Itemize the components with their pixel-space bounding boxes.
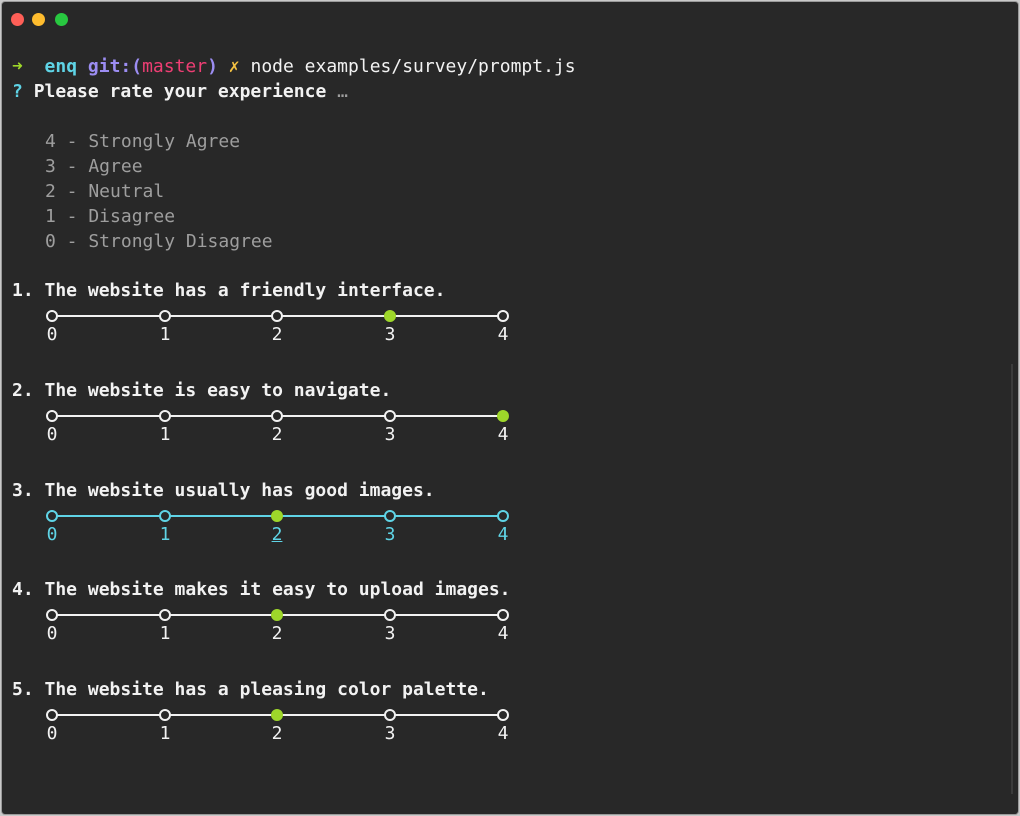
scale-node[interactable] — [159, 510, 171, 522]
scale-node[interactable] — [384, 510, 396, 522]
question-label: 3. The website usually has good images. — [12, 480, 435, 501]
terminal-window: ➜ enq git:(master) ✗ node examples/surve… — [1, 1, 1019, 815]
scale-node[interactable] — [159, 310, 171, 322]
question-label: 4. The website makes it easy to upload i… — [12, 579, 511, 600]
legend-item: 1 - Disagree — [45, 206, 176, 227]
scale-value-label[interactable]: 2 — [267, 623, 287, 645]
rating-scale[interactable]: 01234 — [46, 410, 516, 450]
scale-node[interactable] — [497, 609, 509, 621]
scale-value-label[interactable]: 3 — [380, 723, 400, 745]
git-prefix: git:( — [87, 56, 143, 77]
scale-value-label[interactable]: 1 — [155, 524, 175, 546]
rating-scale[interactable]: 01234 — [46, 709, 516, 749]
scale-value-label[interactable]: 0 — [42, 623, 62, 645]
scale-node[interactable] — [271, 410, 283, 422]
legend-item: 2 - Neutral — [45, 181, 165, 202]
scale-value-label[interactable]: 3 — [380, 424, 400, 446]
scale-node-selected[interactable] — [271, 609, 283, 621]
scale-value-label[interactable]: 2 — [267, 524, 287, 546]
current-directory: enq — [44, 56, 78, 77]
title-bar — [2, 2, 1018, 38]
legend-item: 0 - Strongly Disagree — [45, 231, 273, 252]
question-text: Please rate your experience — [33, 81, 327, 102]
scale-value-label[interactable]: 1 — [155, 623, 175, 645]
scrollbar[interactable] — [1011, 364, 1013, 794]
shell-prompt-line: ➜ enq git:(master) ✗ node examples/surve… — [12, 54, 576, 79]
zoom-button[interactable] — [55, 13, 68, 26]
scale-value-label[interactable]: 2 — [267, 324, 287, 346]
prompt-arrow-icon: ➜ — [12, 56, 23, 77]
scale-value-label[interactable]: 2 — [267, 424, 287, 446]
scale-value-label[interactable]: 4 — [493, 524, 513, 546]
scale-node-selected[interactable] — [271, 709, 283, 721]
scale-node-selected[interactable] — [497, 410, 509, 422]
git-branch: master — [142, 56, 208, 77]
question-label: 1. The website has a friendly interface. — [12, 280, 446, 301]
scale-node[interactable] — [159, 709, 171, 721]
scale-node[interactable] — [46, 310, 58, 322]
scale-node[interactable] — [497, 310, 509, 322]
scale-node[interactable] — [384, 609, 396, 621]
scale-node-selected[interactable] — [384, 310, 396, 322]
minimize-button[interactable] — [32, 13, 45, 26]
scale-node[interactable] — [46, 709, 58, 721]
scale-value-label[interactable]: 2 — [267, 723, 287, 745]
question-line: ? Please rate your experience … — [12, 79, 348, 104]
scale-node[interactable] — [384, 709, 396, 721]
rating-scale[interactable]: 01234 — [46, 510, 516, 550]
scale-value-label[interactable]: 0 — [42, 723, 62, 745]
scale-value-label[interactable]: 1 — [155, 424, 175, 446]
scale-value-label[interactable]: 4 — [493, 324, 513, 346]
rating-scale[interactable]: 01234 — [46, 310, 516, 350]
scale-node[interactable] — [271, 310, 283, 322]
scale-node[interactable] — [497, 709, 509, 721]
dirty-marker-icon: ✗ — [228, 56, 240, 77]
legend-item: 4 - Strongly Agree — [45, 131, 241, 152]
scale-node-selected[interactable] — [271, 510, 283, 522]
scale-node[interactable] — [497, 510, 509, 522]
scale-value-label[interactable]: 1 — [155, 723, 175, 745]
scale-value-label[interactable]: 4 — [493, 623, 513, 645]
scale-value-label[interactable]: 0 — [42, 424, 62, 446]
scale-value-label[interactable]: 4 — [493, 424, 513, 446]
close-button[interactable] — [11, 13, 24, 26]
scale-node[interactable] — [159, 410, 171, 422]
scale-value-label[interactable]: 3 — [380, 324, 400, 346]
question-mark-icon: ? — [12, 81, 23, 102]
scale-value-label[interactable]: 0 — [42, 324, 62, 346]
question-ellipsis: … — [337, 81, 348, 102]
scale-node[interactable] — [46, 410, 58, 422]
command-text: node examples/survey/prompt.js — [250, 56, 576, 77]
scale-node[interactable] — [159, 609, 171, 621]
scale-value-label[interactable]: 4 — [493, 723, 513, 745]
question-label: 2. The website is easy to navigate. — [12, 380, 392, 401]
scale-value-label[interactable]: 3 — [380, 623, 400, 645]
scale-node[interactable] — [384, 410, 396, 422]
scale-value-label[interactable]: 3 — [380, 524, 400, 546]
scale-value-label[interactable]: 0 — [42, 524, 62, 546]
scale-value-label[interactable]: 1 — [155, 324, 175, 346]
rating-scale[interactable]: 01234 — [46, 609, 516, 649]
question-label: 5. The website has a pleasing color pale… — [12, 679, 489, 700]
legend-item: 3 - Agree — [45, 156, 143, 177]
scale-node[interactable] — [46, 609, 58, 621]
git-suffix: ) — [207, 56, 218, 77]
scale-node[interactable] — [46, 510, 58, 522]
